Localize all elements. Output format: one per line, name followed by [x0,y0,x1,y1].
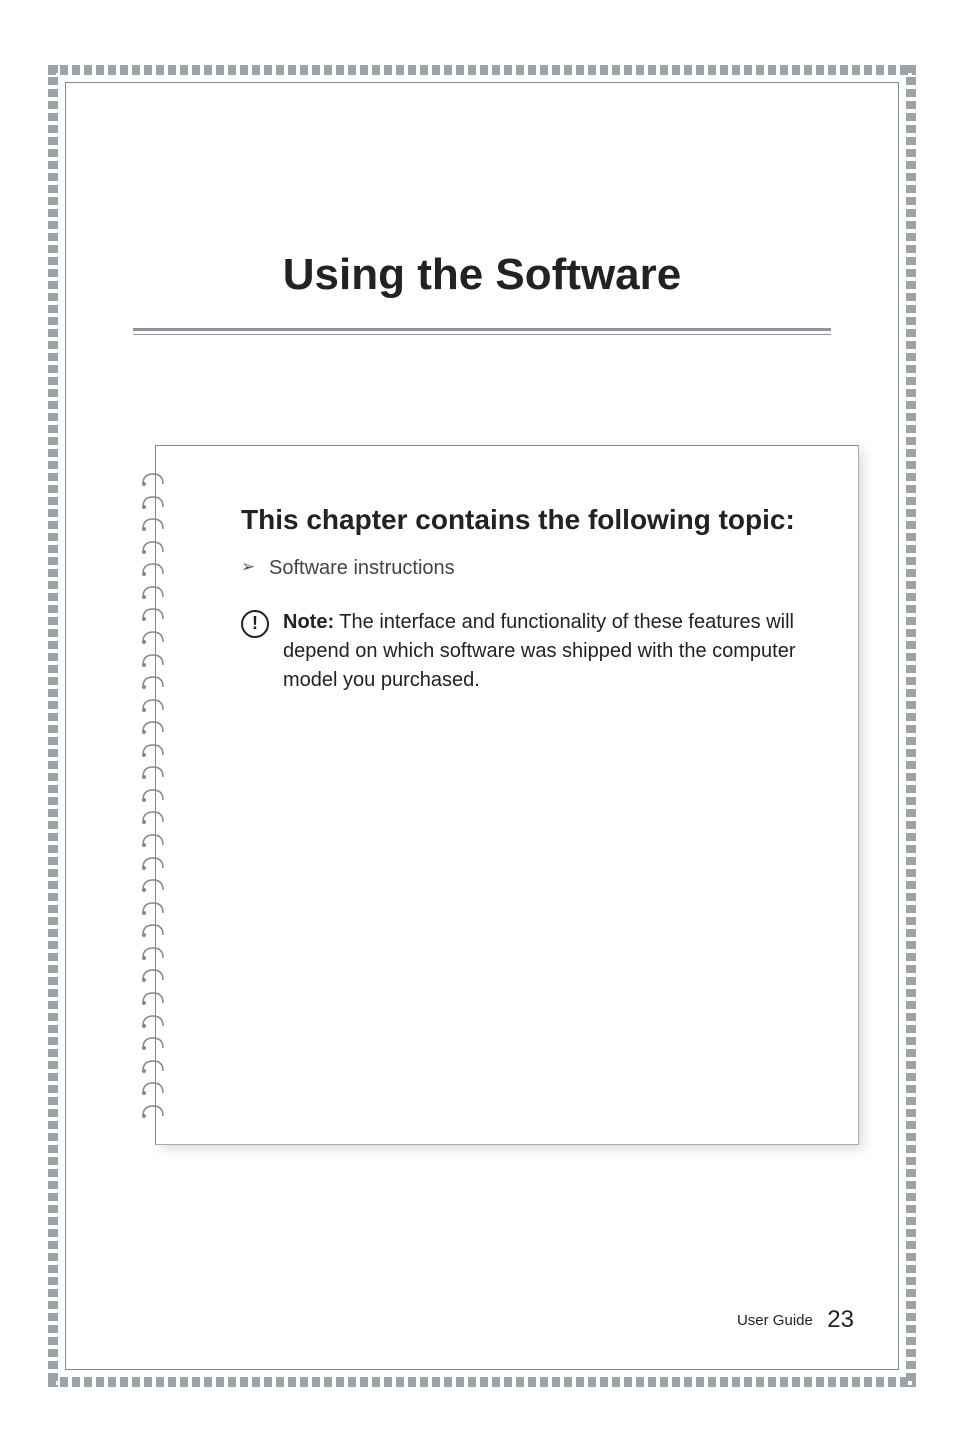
note-text: Note: The interface and functionality of… [283,608,818,695]
topic-heading: This chapter contains the following topi… [241,501,818,539]
note-section: ! Note: The interface and functionality … [241,608,818,695]
topic-box: This chapter contains the following topi… [155,445,859,1145]
decorative-border-left [48,65,58,1387]
page-footer: User Guide 23 [737,1306,854,1334]
page-number: 23 [827,1306,854,1333]
chapter-title: Using the Software [85,250,879,300]
page-content: Using the Software [85,100,879,1352]
note-label: Note: [283,611,334,633]
note-body: The interface and functionality of these… [283,611,796,691]
spiral-binding-icon [140,470,170,1120]
title-underline [133,328,832,335]
attention-icon: ! [241,610,269,638]
decorative-border-right [906,65,916,1387]
topic-list: Software instructions [241,557,818,580]
topic-item: Software instructions [241,557,818,580]
topic-box-wrapper: This chapter contains the following topi… [155,445,859,1145]
footer-label: User Guide [737,1312,813,1329]
decorative-border-bottom [48,1377,916,1387]
decorative-border-top [48,65,916,75]
